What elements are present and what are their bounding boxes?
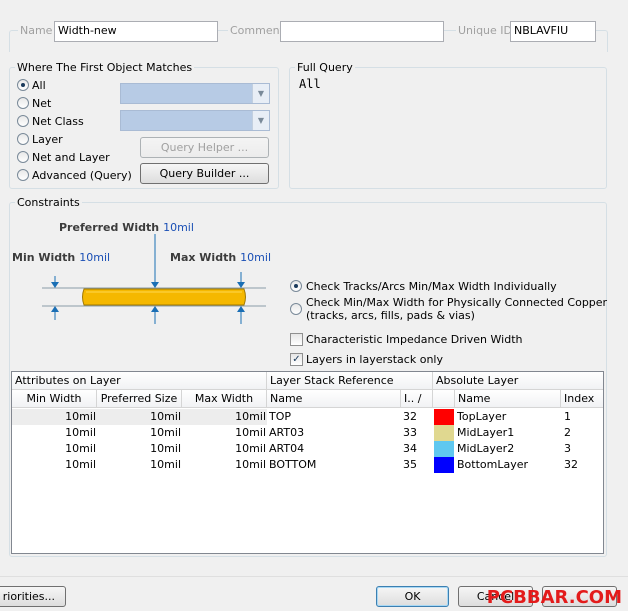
radio-net-class-label: Net Class	[32, 115, 84, 128]
full-query-text[interactable]: All	[299, 77, 321, 91]
col-abs-index[interactable]: Index	[561, 390, 603, 408]
cell-abs-name: MidLayer2	[457, 442, 515, 455]
cell-name: TOP	[269, 410, 292, 423]
chevron-down-icon: ▼	[252, 84, 269, 103]
cell-abs-index: 32	[564, 458, 578, 471]
cell-min[interactable]: 10mil	[12, 457, 96, 473]
cell-min[interactable]: 10mil	[12, 441, 96, 457]
cell-pref[interactable]: 10mil	[97, 441, 181, 457]
query-helper-button[interactable]: Query Helper ...	[140, 137, 269, 158]
cell-index: 33	[403, 426, 417, 439]
col-preferred-size[interactable]: Preferred Size	[97, 390, 182, 408]
radio-net-and-layer[interactable]	[17, 151, 29, 163]
radio-net[interactable]	[17, 97, 29, 109]
cell-name: ART04	[269, 442, 305, 455]
cell-abs-name: MidLayer1	[457, 426, 515, 439]
cell-max[interactable]: 10mil	[182, 457, 266, 473]
cell-abs-index: 3	[564, 442, 571, 455]
constraints-title: Constraints	[15, 196, 82, 209]
radio-advanced-label: Advanced (Query)	[32, 169, 132, 182]
col-index-sorted[interactable]: I.. ∕	[401, 390, 433, 408]
radio-all[interactable]	[17, 79, 29, 91]
check-individually-radio[interactable]	[290, 280, 302, 292]
cell-pref[interactable]: 10mil	[97, 409, 181, 425]
comment-field[interactable]	[280, 21, 444, 42]
col-color	[433, 390, 455, 408]
cell-name: BOTTOM	[269, 458, 317, 471]
impedance-label: Characteristic Impedance Driven Width	[306, 333, 523, 346]
comment-label: Comment	[228, 24, 286, 37]
radio-net-and-layer-label: Net and Layer	[32, 151, 110, 164]
check-connected-label: Check Min/Max Width for Physically Conne…	[306, 296, 608, 322]
full-query-title: Full Query	[295, 61, 355, 74]
impedance-checkbox[interactable]	[290, 333, 303, 346]
layer-color-swatch	[434, 457, 454, 473]
cell-abs-index: 1	[564, 410, 571, 423]
cell-max[interactable]: 10mil	[182, 441, 266, 457]
col-max-width[interactable]: Max Width	[182, 390, 267, 408]
layerstack-only-checkbox[interactable]: ✓	[290, 353, 303, 366]
layer-color-swatch	[434, 425, 454, 441]
radio-layer-label: Layer	[32, 133, 63, 146]
track-width-diagram	[42, 234, 266, 324]
cell-index: 35	[403, 458, 417, 471]
radio-layer[interactable]	[17, 133, 29, 145]
watermark-logo: PCBBAR.COM	[486, 587, 622, 608]
query-builder-button[interactable]: Query Builder ...	[140, 163, 269, 184]
chevron-down-icon: ▼	[252, 111, 269, 130]
layerstack-only-label: Layers in layerstack only	[306, 353, 443, 366]
radio-all-label: All	[32, 79, 46, 92]
col-name[interactable]: Name	[267, 390, 401, 408]
check-connected-radio[interactable]	[290, 303, 302, 315]
unique-id-field[interactable]: NBLAVFIU	[510, 21, 596, 42]
name-field[interactable]: Width-new	[54, 21, 218, 42]
name-label: Name	[18, 24, 55, 37]
radio-advanced[interactable]	[17, 169, 29, 181]
cell-max[interactable]: 10mil	[182, 409, 266, 425]
match-group-title: Where The First Object Matches	[15, 61, 195, 74]
radio-net-label: Net	[32, 97, 52, 110]
cell-abs-index: 2	[564, 426, 571, 439]
col-group-absolute: Absolute Layer	[433, 372, 603, 390]
net-class-select[interactable]: ▼	[120, 110, 270, 131]
cell-min[interactable]: 10mil	[12, 425, 96, 441]
cell-abs-name: BottomLayer	[457, 458, 529, 471]
layer-table: Attributes on Layer Layer Stack Referenc…	[11, 371, 604, 554]
cell-index: 34	[403, 442, 417, 455]
full-query-group	[289, 67, 607, 189]
cell-name: ART03	[269, 426, 305, 439]
priorities-button[interactable]: riorities...	[0, 586, 66, 607]
check-individually-label: Check Tracks/Arcs Min/Max Width Individu…	[306, 280, 557, 293]
cell-pref[interactable]: 10mil	[97, 425, 181, 441]
cell-max[interactable]: 10mil	[182, 425, 266, 441]
ok-button[interactable]: OK	[376, 586, 449, 607]
cell-pref[interactable]: 10mil	[97, 457, 181, 473]
col-abs-name[interactable]: Name	[455, 390, 561, 408]
net-select[interactable]: ▼	[120, 83, 270, 104]
radio-net-class[interactable]	[17, 115, 29, 127]
unique-id-label: Unique ID	[456, 24, 515, 37]
col-group-stack: Layer Stack Reference	[267, 372, 433, 390]
col-min-width[interactable]: Min Width	[12, 390, 97, 408]
cell-index: 32	[403, 410, 417, 423]
cell-abs-name: TopLayer	[457, 410, 507, 423]
layer-color-swatch	[434, 441, 454, 457]
layer-color-swatch	[434, 409, 454, 425]
col-group-attributes: Attributes on Layer	[12, 372, 267, 390]
cell-min[interactable]: 10mil	[12, 409, 96, 425]
